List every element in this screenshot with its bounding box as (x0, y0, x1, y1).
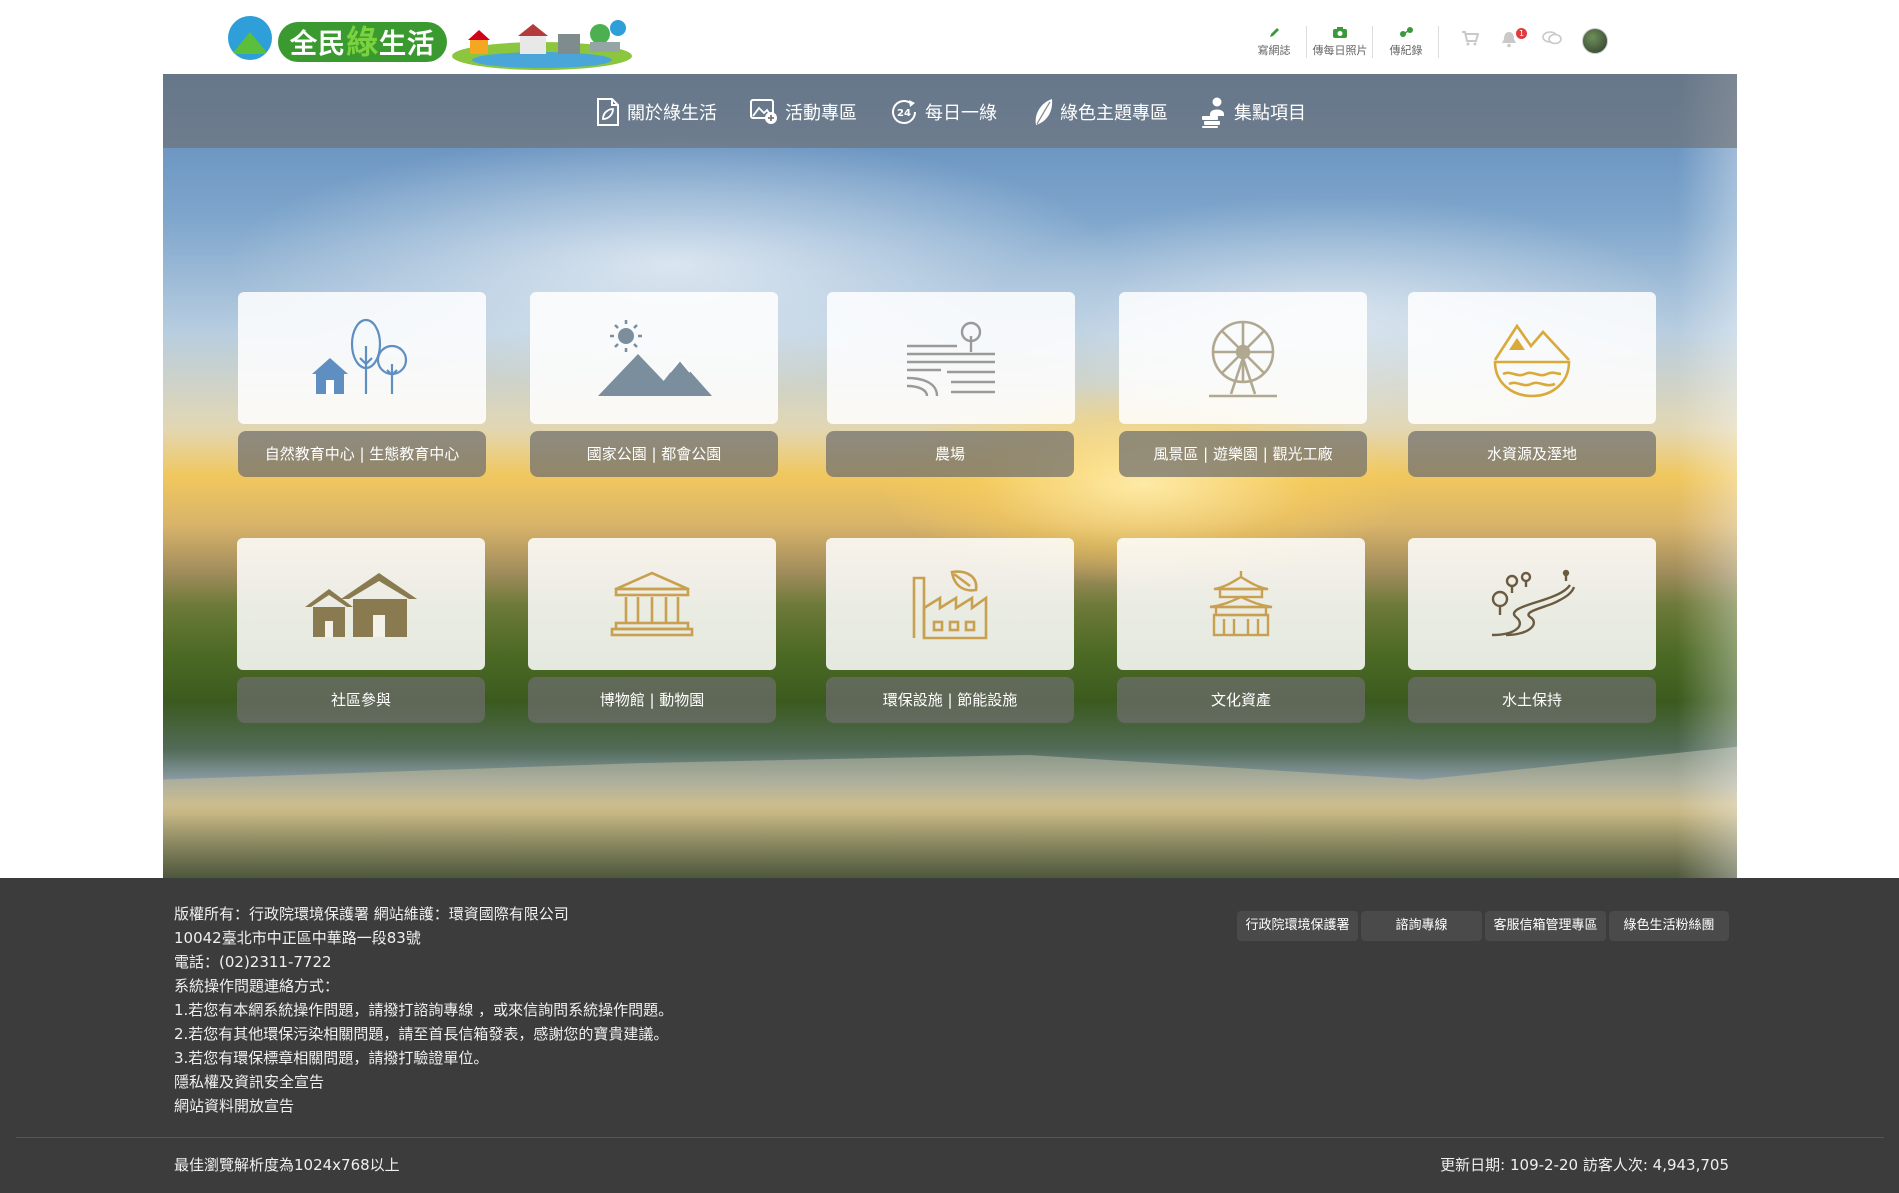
hero-edge-fade (1677, 74, 1737, 878)
category-label[interactable]: 國家公園 | 都會公園 (530, 431, 778, 477)
write-blog-label: 寫網誌 (1257, 44, 1291, 57)
category-label[interactable]: 風景區 | 遊樂園 | 觀光工廠 (1119, 431, 1367, 477)
water-mountain-icon (1493, 323, 1571, 398)
mountain-sun-icon (598, 320, 712, 396)
category-label[interactable]: 自然教育中心 | 生態教育中心 (238, 431, 486, 477)
notification-badge: 1 (1516, 28, 1527, 39)
category-card-scenic-areas[interactable] (1119, 292, 1367, 424)
farm-field-icon (906, 321, 995, 397)
nav-daily-green-label: 每日一綠 (925, 103, 997, 124)
category-card-water-resources[interactable] (1408, 292, 1656, 424)
hero-river (163, 746, 1737, 878)
person-stack-icon (1202, 97, 1224, 128)
pagoda-icon (1209, 571, 1273, 637)
category-label[interactable]: 水土保持 (1408, 677, 1656, 723)
category-label[interactable]: 水資源及溼地 (1408, 431, 1656, 477)
footer-divider (16, 1137, 1884, 1138)
epa-link-button[interactable]: 行政院環境保護署 (1237, 911, 1358, 941)
footer-contact-heading: 系統操作問題連絡方式： (174, 977, 340, 995)
user-avatar[interactable] (1582, 28, 1608, 54)
category-label[interactable]: 博物館 | 動物園 (528, 677, 776, 723)
houses-icon (305, 573, 417, 637)
chat-icon[interactable] (1541, 30, 1563, 52)
footer-contact-item: 2.若您有其他環保污染相關問題，請至首長信箱發表，感謝您的寶貴建議。 (174, 1025, 669, 1043)
footer-contact-item: 1.若您有本網系統操作問題，請撥打諮詢專線 ，或來信詢問系統操作問題。 (174, 1001, 674, 1019)
footer-copyright: 版權所有：行政院環境保護署 網站維護：環資國際有限公司 (174, 905, 569, 923)
document-leaf-icon (597, 98, 619, 126)
category-label[interactable]: 環保設施 | 節能設施 (826, 677, 1074, 723)
category-card-green-facilities[interactable] (826, 538, 1074, 670)
divider (1372, 26, 1373, 58)
open-data-policy-link[interactable]: 網站資料開放宣告 (174, 1094, 294, 1118)
nav-events[interactable]: 活動專區 (749, 96, 857, 128)
category-label[interactable]: 農場 (826, 431, 1074, 477)
top-header: 全民綠生活 寫網誌 傳每日照片 傳紀錄 1 (0, 0, 1899, 74)
museum-icon (610, 571, 694, 637)
24-hour-icon: 24 (892, 100, 916, 124)
nav-points-label: 集點項目 (1234, 103, 1306, 124)
pencil-icon (1265, 24, 1283, 40)
category-card-farm[interactable] (827, 292, 1075, 424)
category-card-soil-conservation[interactable] (1408, 538, 1656, 670)
ferris-wheel-icon (1209, 320, 1277, 398)
svg-text:24: 24 (897, 108, 911, 119)
house-trees-icon (312, 318, 408, 394)
category-card-national-parks[interactable] (530, 292, 778, 424)
hotline-link-button[interactable]: 諮詢專線 (1361, 911, 1482, 941)
category-card-museum-zoo[interactable] (528, 538, 776, 670)
privacy-policy-link[interactable]: 隱私權及資訊安全宣告 (174, 1070, 324, 1094)
fan-page-button[interactable]: 綠色生活粉絲團 (1609, 911, 1729, 941)
logo-text-part: 全民 (290, 29, 346, 60)
logo-text-part: 生活 (379, 29, 436, 60)
factory-leaf-icon (912, 570, 988, 640)
image-plus-icon (750, 99, 777, 124)
nav-green-themes[interactable]: 綠色主題專區 (1032, 96, 1168, 128)
footer-phone: 電話：(02)2311-7722 (174, 953, 332, 971)
mountain-logo-icon (228, 16, 272, 60)
upload-record-label: 傳紀錄 (1389, 44, 1423, 57)
upload-daily-photo-button[interactable]: 傳每日照片 (1309, 24, 1371, 58)
site-footer: 版權所有：行政院環境保護署 網站維護：環資國際有限公司 10042臺北市中正區中… (0, 878, 1899, 1193)
nav-green-themes-label: 綠色主題專區 (1060, 103, 1168, 124)
nav-events-label: 活動專區 (785, 103, 857, 124)
divider (1306, 26, 1307, 58)
logo-wordmark: 全民綠生活 (278, 22, 448, 62)
category-label[interactable]: 文化資產 (1117, 677, 1365, 723)
upload-daily-photo-label: 傳每日照片 (1312, 44, 1368, 57)
nav-about-label: 關於綠生活 (627, 103, 717, 124)
footer-contact-item: 3.若您有環保標章相關問題，請撥打驗證單位。 (174, 1049, 489, 1067)
river-trees-icon (1491, 569, 1576, 637)
main-nav: 關於綠生活 活動專區 24 每日一綠 綠色主題專區 集點項目 (163, 74, 1737, 148)
category-card-community[interactable] (237, 538, 485, 670)
divider (1438, 26, 1439, 58)
update-info: 更新日期: 109-2-20 訪客人次: 4,943,705 (1440, 1156, 1729, 1174)
leaf-icon (1035, 99, 1053, 125)
nav-daily-green[interactable]: 24 每日一綠 (889, 96, 997, 128)
nav-about[interactable]: 關於綠生活 (595, 96, 717, 128)
nav-points[interactable]: 集點項目 (1200, 96, 1306, 128)
service-mailbox-button[interactable]: 客服信箱管理專區 (1485, 911, 1606, 941)
village-scene-icon (452, 20, 632, 70)
category-card-cultural-heritage[interactable] (1117, 538, 1365, 670)
plant-upload-icon (1397, 24, 1415, 40)
category-label[interactable]: 社區參與 (237, 677, 485, 723)
category-card-nature-education[interactable] (238, 292, 486, 424)
footer-address: 10042臺北市中正區中華路一段83號 (174, 929, 421, 947)
resolution-note: 最佳瀏覽解析度為1024x768以上 (174, 1156, 400, 1174)
cart-icon[interactable] (1459, 30, 1481, 52)
write-blog-button[interactable]: 寫網誌 (1243, 24, 1305, 58)
site-logo[interactable]: 全民綠生活 (228, 8, 633, 72)
logo-text-part: 綠 (346, 23, 380, 61)
camera-icon (1331, 24, 1349, 40)
upload-record-button[interactable]: 傳紀錄 (1375, 24, 1437, 58)
